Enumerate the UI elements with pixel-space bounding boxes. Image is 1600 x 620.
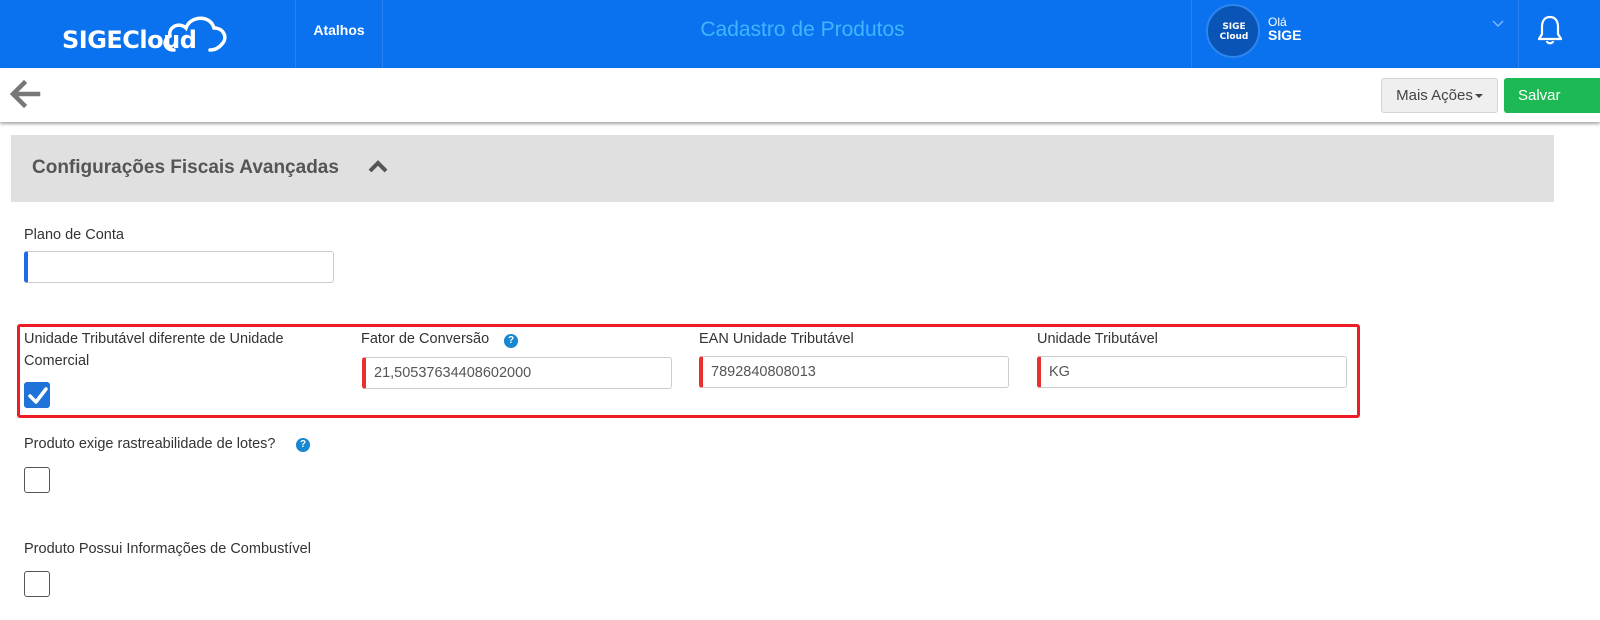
rastreabilidade-help-icon[interactable]: ? (296, 438, 310, 452)
user-menu[interactable]: SIGE Cloud Olá SIGE (1192, 0, 1518, 68)
avatar: SIGE Cloud (1206, 4, 1260, 58)
save-button[interactable]: Salvar (1504, 78, 1600, 113)
combustivel-label: Produto Possui Informações de Combustíve… (24, 541, 311, 557)
top-bar: SIGECloud Atalhos Cadastro de Produtos S… (0, 0, 1600, 68)
section-title: Configurações Fiscais Avançadas (32, 157, 339, 178)
rastreabilidade-checkbox[interactable] (24, 467, 50, 493)
fator-conversao-help-icon[interactable]: ? (504, 334, 518, 348)
checkmark-icon (28, 387, 48, 404)
cloud-icon (163, 16, 227, 52)
unidade-tributavel-input[interactable]: KG (1037, 356, 1347, 388)
unidade-tributavel-label: Unidade Tributável (1037, 331, 1158, 347)
divider (1518, 0, 1519, 68)
more-actions-label: Mais Ações (1396, 87, 1473, 104)
fator-conversao-label: Fator de Conversão (361, 331, 490, 347)
sige-cloud-logo[interactable]: SIGECloud (62, 8, 232, 58)
unidade-tributavel-diferente-label-line2: Comercial (24, 353, 90, 369)
ean-unidade-tributavel-label: EAN Unidade Tributável (699, 331, 854, 347)
back-arrow-icon[interactable] (8, 78, 42, 110)
chevron-down-icon[interactable] (1492, 20, 1504, 28)
chevron-up-icon[interactable] (368, 159, 388, 173)
divider (382, 0, 383, 68)
plano-de-conta-label: Plano de Conta (24, 227, 124, 243)
action-bar: Mais Ações Salvar (0, 68, 1600, 122)
section-header-fiscal[interactable]: Configurações Fiscais Avançadas (11, 135, 1554, 202)
unidade-tributavel-diferente-checkbox[interactable] (24, 382, 50, 408)
plano-de-conta-input[interactable] (24, 251, 334, 283)
fator-conversao-input[interactable]: 21,50537634408602000 (362, 357, 672, 389)
shortcuts-menu[interactable]: Atalhos (296, 0, 382, 68)
more-actions-button[interactable]: Mais Ações (1381, 78, 1498, 113)
unidade-tributavel-diferente-label-line1: Unidade Tributável diferente de Unidade (24, 331, 284, 347)
user-name: SIGE (1268, 27, 1302, 43)
combustivel-checkbox[interactable] (24, 571, 50, 597)
user-greeting: Olá SIGE (1268, 16, 1302, 43)
ean-unidade-tributavel-input[interactable]: 7892840808013 (699, 356, 1009, 388)
rastreabilidade-label: Produto exige rastreabilidade de lotes? (24, 436, 276, 452)
bell-icon[interactable] (1536, 14, 1564, 46)
avatar-logo-text: SIGE Cloud (1219, 22, 1249, 42)
caret-down-icon (1474, 94, 1483, 99)
page-title: Cadastro de Produtos (700, 18, 905, 41)
